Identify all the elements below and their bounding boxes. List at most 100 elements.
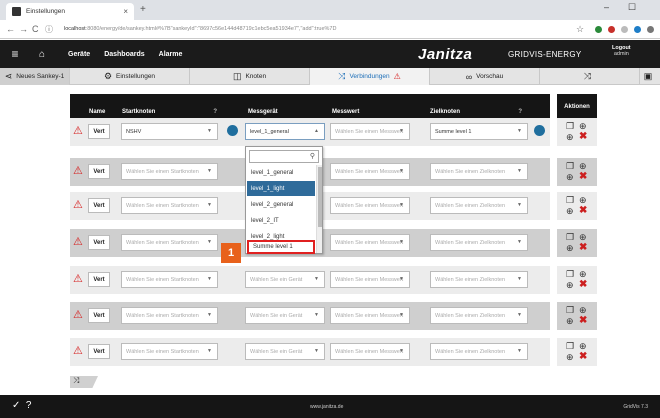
target-node-placeholder: Wählen Sie einen Zielknoten: [435, 168, 506, 175]
nav-dashboards[interactable]: Dashboards: [104, 51, 144, 58]
start-node-select[interactable]: Wählen Sie einen Startknoten ▼: [121, 307, 218, 324]
footer-link[interactable]: www.janitza.de: [310, 404, 343, 410]
value-select[interactable]: Wählen Sie einen Messwert ▼: [330, 271, 410, 288]
info-icon[interactable]: ⓘ: [45, 24, 58, 35]
device-select[interactable]: Wählen Sie ein Gerät ▼: [245, 343, 325, 360]
value-select[interactable]: Wählen Sie einen Messwert ▼: [330, 234, 410, 251]
target-node-select[interactable]: Wählen Sie einen Zielknoten ▼: [430, 197, 528, 214]
tab-settings[interactable]: ⚙ Einstellungen: [70, 68, 190, 85]
start-node-select[interactable]: NSHV ▼: [121, 123, 218, 140]
move-up-icon[interactable]: ⊕: [566, 172, 574, 183]
device-select[interactable]: level_1_general ▲: [245, 123, 325, 140]
copy-icon[interactable]: ❐: [566, 161, 574, 172]
browser-tab[interactable]: Einstellungen ×: [6, 3, 134, 20]
home-icon[interactable]: ⌂: [30, 49, 54, 60]
dropdown-option[interactable]: level_2_IT: [247, 213, 315, 228]
vert-button[interactable]: Vert: [88, 198, 110, 213]
value-select[interactable]: Wählen Sie einen Messwert ▼: [330, 307, 410, 324]
dropdown-option[interactable]: level_1_general: [247, 165, 315, 180]
url-field[interactable]: localhost:8080/energy/de/sankey.html#%7B…: [64, 26, 576, 32]
device-select[interactable]: Wählen Sie ein Gerät ▼: [245, 271, 325, 288]
delete-icon[interactable]: ✖: [579, 242, 587, 253]
dropdown-scrollbar[interactable]: [316, 165, 322, 253]
delete-icon[interactable]: ✖: [579, 171, 587, 182]
copy-icon[interactable]: ❐: [566, 195, 574, 206]
delete-icon[interactable]: ✖: [579, 205, 587, 216]
value-select[interactable]: Wählen Sie einen Messwert ▼: [330, 123, 410, 140]
delete-icon[interactable]: ✖: [579, 279, 587, 290]
dropdown-search-input[interactable]: ⚲: [249, 150, 319, 163]
star-icon[interactable]: ☆: [576, 24, 589, 35]
tab-preview[interactable]: ∞ Vorschau: [430, 68, 540, 85]
copy-icon[interactable]: ❐: [566, 305, 574, 316]
nav-alarms[interactable]: Alarme: [159, 51, 183, 58]
scrollbar-thumb[interactable]: [318, 167, 322, 227]
vert-button[interactable]: Vert: [88, 272, 110, 287]
table-row: ⚠ Vert NSHV ▼ level_1_general ▲ Wählen Sie…: [70, 118, 550, 146]
extension-icon[interactable]: [634, 25, 641, 33]
start-node-select[interactable]: Wählen Sie einen Startknoten ▼: [121, 343, 218, 360]
extension-icon[interactable]: [621, 25, 628, 33]
move-up-icon[interactable]: ⊕: [566, 206, 574, 217]
value-select[interactable]: Wählen Sie einen Messwert ▼: [330, 163, 410, 180]
target-node-select[interactable]: Summe level 1 ▼: [430, 123, 528, 140]
dropdown-option[interactable]: level_2_general: [247, 197, 315, 212]
collapse-icon[interactable]: ✓ ?: [12, 400, 32, 411]
vert-button[interactable]: Vert: [88, 164, 110, 179]
copy-icon[interactable]: ❐: [566, 121, 574, 132]
target-node-select[interactable]: Wählen Sie einen Zielknoten ▼: [430, 163, 528, 180]
copy-icon[interactable]: ❐: [566, 269, 574, 280]
minimize-icon[interactable]: –: [604, 2, 609, 12]
tab-sankey[interactable]: ⋖ Neues Sankey-1: [0, 68, 70, 85]
target-node-select[interactable]: Wählen Sie einen Zielknoten ▼: [430, 307, 528, 324]
dropdown-option[interactable]: Summe level 1: [247, 240, 315, 254]
tab-connections[interactable]: ⤨ Verbindungen ⚠: [310, 68, 430, 85]
reload-icon[interactable]: C: [32, 24, 45, 34]
move-up-icon[interactable]: ⊕: [566, 132, 574, 143]
device-select[interactable]: Wählen Sie ein Gerät ▼: [245, 307, 325, 324]
target-node-color[interactable]: [534, 125, 545, 136]
forward-icon[interactable]: →: [19, 24, 32, 34]
vert-button[interactable]: Vert: [88, 344, 110, 359]
delete-icon[interactable]: ✖: [579, 315, 587, 326]
maximize-icon[interactable]: ☐: [628, 2, 636, 13]
logout-button[interactable]: Logout admin: [612, 45, 631, 57]
move-up-icon[interactable]: ⊕: [566, 316, 574, 327]
new-tab-icon[interactable]: +: [140, 4, 146, 15]
help-icon[interactable]: ?: [518, 109, 522, 115]
tab-close-icon[interactable]: ×: [123, 7, 128, 16]
start-node-select[interactable]: Wählen Sie einen Startknoten ▼: [121, 197, 218, 214]
value-select[interactable]: Wählen Sie einen Messwert ▼: [330, 343, 410, 360]
tab-nodes[interactable]: ◫ Knoten: [190, 68, 310, 85]
start-node-select[interactable]: Wählen Sie einen Startknoten ▼: [121, 163, 218, 180]
extension-icon[interactable]: [595, 25, 602, 33]
vert-button[interactable]: Vert: [88, 308, 110, 323]
target-node-select[interactable]: Wählen Sie einen Zielknoten ▼: [430, 343, 528, 360]
profile-icon[interactable]: [647, 25, 654, 33]
move-up-icon[interactable]: ⊕: [566, 243, 574, 254]
chevron-down-icon: ▼: [399, 168, 404, 174]
start-node-select[interactable]: Wählen Sie einen Startknoten ▼: [121, 271, 218, 288]
move-up-icon[interactable]: ⊕: [566, 352, 574, 363]
value-select[interactable]: Wählen Sie einen Messwert ▼: [330, 197, 410, 214]
target-node-select[interactable]: Wählen Sie einen Zielknoten ▼: [430, 234, 528, 251]
copy-icon[interactable]: ❐: [566, 341, 574, 352]
menu-icon[interactable]: ≡: [0, 47, 30, 61]
dropdown-option[interactable]: level_1_light: [247, 181, 315, 196]
delete-icon[interactable]: ✖: [579, 131, 587, 142]
move-up-icon[interactable]: ⊕: [566, 280, 574, 291]
nav-devices[interactable]: Geräte: [68, 51, 90, 58]
extension-icon[interactable]: [608, 25, 615, 33]
start-node-select[interactable]: Wählen Sie einen Startknoten ▼: [121, 234, 218, 251]
help-icon[interactable]: ?: [213, 109, 217, 115]
delete-icon[interactable]: ✖: [579, 351, 587, 362]
copy-icon[interactable]: ❐: [566, 232, 574, 243]
save-button[interactable]: ▣: [640, 68, 660, 85]
target-node-select[interactable]: Wählen Sie einen Zielknoten ▼: [430, 271, 528, 288]
vert-button[interactable]: Vert: [88, 124, 110, 139]
start-node-color[interactable]: [227, 125, 238, 136]
back-icon[interactable]: ←: [6, 24, 19, 34]
value-placeholder: Wählen Sie einen Messwert: [335, 312, 404, 319]
connections-icon-button[interactable]: ⤨: [540, 68, 640, 85]
vert-button[interactable]: Vert: [88, 235, 110, 250]
